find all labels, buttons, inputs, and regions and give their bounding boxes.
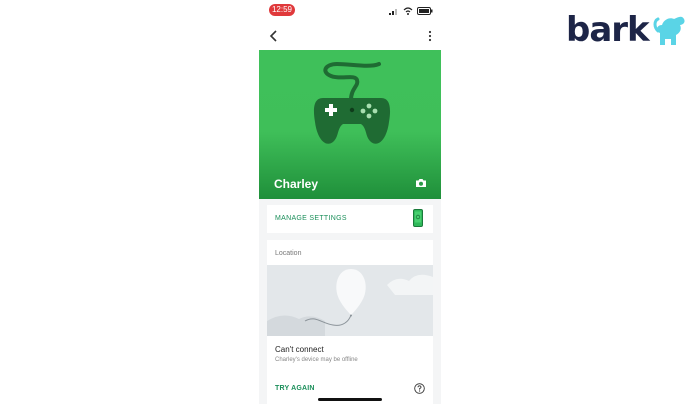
battery-icon xyxy=(417,6,433,15)
cant-connect-title: Can't connect xyxy=(275,345,324,354)
dog-logo-icon xyxy=(653,16,685,45)
logo-wordmark: bark xyxy=(566,10,650,50)
app-bar xyxy=(259,22,441,50)
game-controller-icon xyxy=(313,61,391,144)
child-name: Charley xyxy=(274,177,319,191)
location-card: Location Can't connect Charley's device … xyxy=(267,240,433,404)
home-indicator xyxy=(318,398,382,401)
manage-settings-label: MANAGE SETTINGS xyxy=(275,215,347,222)
phone-settings-icon xyxy=(413,209,423,227)
profile-header: Charley xyxy=(259,50,441,199)
chevron-left-icon[interactable] xyxy=(267,28,281,44)
help-icon[interactable] xyxy=(414,383,425,394)
manage-settings-row[interactable]: MANAGE SETTINGS xyxy=(267,205,433,233)
status-icons xyxy=(389,6,433,15)
location-label: Location xyxy=(275,250,302,257)
offline-map-illustration xyxy=(267,265,433,336)
camera-icon[interactable] xyxy=(415,178,427,188)
offline-detail: Charley's device may be offline xyxy=(275,357,358,363)
status-time: 12:59 xyxy=(269,4,295,16)
phone-screen: 12:59 Charley MANAGE SETTINGS Location C… xyxy=(259,0,441,404)
status-bar: 12:59 xyxy=(259,0,441,22)
more-vertical-icon[interactable] xyxy=(427,28,433,44)
try-again-button[interactable]: TRY AGAIN xyxy=(275,385,315,392)
wifi-icon xyxy=(403,6,413,15)
bark-logo: bark xyxy=(566,11,691,49)
signal-icon xyxy=(389,8,397,15)
